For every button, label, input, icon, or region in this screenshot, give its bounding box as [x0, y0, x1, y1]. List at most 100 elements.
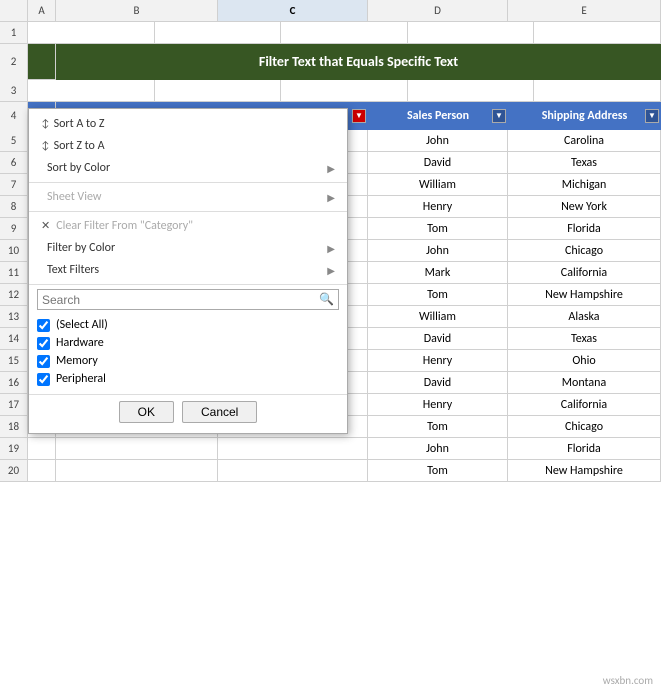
rownum-1: 1 — [0, 22, 28, 43]
search-input[interactable] — [38, 291, 315, 309]
sheet-view-item[interactable]: Sheet View ▶ — [29, 186, 347, 208]
checkbox-1[interactable] — [37, 337, 50, 350]
cell-salesperson-20: Tom — [368, 460, 508, 481]
arrow-icon-2: ▶ — [327, 191, 335, 204]
cell-shipping-10: Chicago — [508, 240, 661, 261]
spreadsheet: A B C D E 1 2 Filter Text that Equals Sp… — [0, 0, 661, 691]
cell-shipping-19: Florida — [508, 438, 661, 459]
col-header-c: C — [218, 0, 368, 21]
divider-1 — [29, 182, 347, 183]
cell-category-19 — [218, 438, 368, 459]
row-3: 3 — [0, 80, 661, 102]
cell-salesperson-7: William — [368, 174, 508, 195]
cell-salesperson-19: John — [368, 438, 508, 459]
rownum-9: 9 — [0, 218, 28, 239]
cell-salesperson-17: Henry — [368, 394, 508, 415]
cell-shipping-14: Texas — [508, 328, 661, 349]
col-header-e: E — [508, 0, 661, 21]
cell-salesperson-18: Tom — [368, 416, 508, 437]
header-salesperson: Sales Person ▼ — [368, 102, 508, 130]
cell-salesperson-10: John — [368, 240, 508, 261]
page-title: Filter Text that Equals Specific Text — [56, 44, 661, 80]
rownum-2: 2 — [0, 44, 28, 80]
cell-shipping-18: Chicago — [508, 416, 661, 437]
checkbox-item[interactable]: (Select All) — [37, 316, 339, 334]
cell-product-19 — [56, 438, 218, 459]
rownum-19: 19 — [0, 438, 28, 459]
watermark: wsxbn.com — [603, 674, 653, 687]
rownum-8: 8 — [0, 196, 28, 217]
text-filters-item[interactable]: Text Filters ▶ — [29, 259, 347, 281]
rownum-7: 7 — [0, 174, 28, 195]
checkbox-2[interactable] — [37, 355, 50, 368]
checkbox-0[interactable] — [37, 319, 50, 332]
cell-shipping-20: New Hampshire — [508, 460, 661, 481]
search-box: 🔍 — [37, 289, 339, 310]
cell-shipping-17: California — [508, 394, 661, 415]
filter-category-btn[interactable]: ▼ — [352, 109, 366, 123]
cell-salesperson-9: Tom — [368, 218, 508, 239]
cell-a-19 — [28, 438, 56, 459]
checkbox-item[interactable]: Memory — [37, 352, 339, 370]
filter-shipping-btn[interactable]: ▼ — [645, 109, 659, 123]
cell-salesperson-13: William — [368, 306, 508, 327]
cell-salesperson-15: Henry — [368, 350, 508, 371]
checkbox-item[interactable]: Peripheral — [37, 370, 339, 388]
cell-a-20 — [28, 460, 56, 481]
rownum-10: 10 — [0, 240, 28, 261]
rownum-6: 6 — [0, 152, 28, 173]
header-shipping: Shipping Address ▼ — [508, 102, 661, 130]
cell-shipping-9: Florida — [508, 218, 661, 239]
cell-shipping-7: Michigan — [508, 174, 661, 195]
clear-filter-icon: ✕ — [41, 219, 50, 232]
arrow-icon-4: ▶ — [327, 264, 335, 277]
cell-salesperson-12: Tom — [368, 284, 508, 305]
category-dropdown: ↕Sort A to Z ↕Sort Z to A Sort by Color … — [28, 108, 348, 434]
dialog-buttons: OK Cancel — [29, 394, 347, 429]
cell-salesperson-16: David — [368, 372, 508, 393]
sort-az-icon: ↕ — [41, 117, 50, 130]
table-row: 20 Tom New Hampshire — [0, 460, 661, 482]
cancel-button[interactable]: Cancel — [182, 401, 257, 423]
col-header-b: B — [56, 0, 218, 21]
cell-shipping-16: Montana — [508, 372, 661, 393]
checkbox-3[interactable] — [37, 373, 50, 386]
corner-cell — [0, 0, 28, 21]
rownum-18: 18 — [0, 416, 28, 437]
checkbox-list: (Select All)HardwareMemoryPeripheral — [29, 314, 347, 390]
cell-shipping-13: Alaska — [508, 306, 661, 327]
rownum-13: 13 — [0, 306, 28, 327]
search-icon: 🔍 — [315, 290, 338, 309]
row-1: 1 — [0, 22, 661, 44]
rownum-14: 14 — [0, 328, 28, 349]
rownum-11: 11 — [0, 262, 28, 283]
rownum-3: 3 — [0, 80, 28, 101]
sort-by-color-item[interactable]: Sort by Color ▶ — [29, 157, 347, 179]
cell-salesperson-6: David — [368, 152, 508, 173]
cell-shipping-15: Ohio — [508, 350, 661, 371]
table-row: 19 John Florida — [0, 438, 661, 460]
rownum-12: 12 — [0, 284, 28, 305]
filter-salesperson-btn[interactable]: ▼ — [492, 109, 506, 123]
cell-product-20 — [56, 460, 218, 481]
cell-salesperson-14: David — [368, 328, 508, 349]
cell-shipping-6: Texas — [508, 152, 661, 173]
cell-category-20 — [218, 460, 368, 481]
arrow-icon-3: ▶ — [327, 242, 335, 255]
arrow-icon: ▶ — [327, 162, 335, 175]
clear-filter-item[interactable]: ✕Clear Filter From "Category" — [29, 215, 347, 237]
rownum-15: 15 — [0, 350, 28, 371]
title-row: 2 Filter Text that Equals Specific Text — [0, 44, 661, 80]
cell-shipping-5: Carolina — [508, 130, 661, 151]
divider-3 — [29, 284, 347, 285]
sort-z-a-item[interactable]: ↕Sort Z to A — [29, 135, 347, 157]
sort-a-z-item[interactable]: ↕Sort A to Z — [29, 113, 347, 135]
filter-by-color-item[interactable]: Filter by Color ▶ — [29, 237, 347, 259]
ok-button[interactable]: OK — [119, 401, 174, 423]
rownum-16: 16 — [0, 372, 28, 393]
cell-shipping-12: New Hampshire — [508, 284, 661, 305]
rownum-17: 17 — [0, 394, 28, 415]
rownum-20: 20 — [0, 460, 28, 481]
cell-shipping-8: New York — [508, 196, 661, 217]
checkbox-item[interactable]: Hardware — [37, 334, 339, 352]
